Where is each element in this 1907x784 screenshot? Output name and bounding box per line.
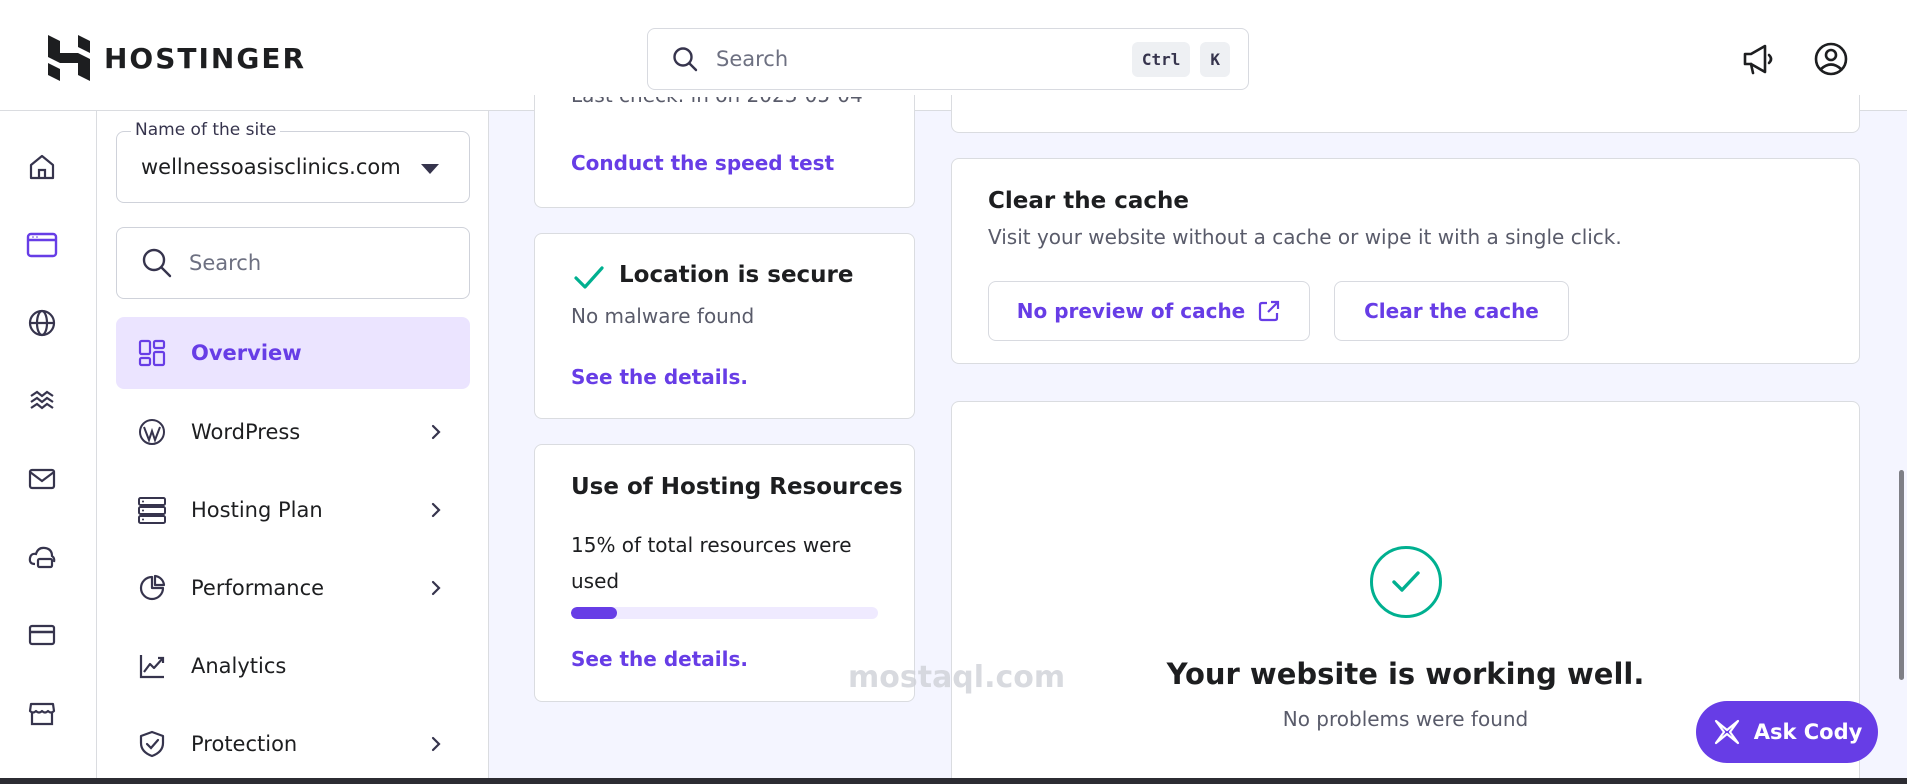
shortcut-ctrl-key: Ctrl [1131,41,1191,77]
cache-card: Clear the cache Visit your website witho… [951,158,1860,364]
sidebar-item-protection[interactable]: Protection [116,708,470,780]
layers-icon[interactable] [25,384,59,418]
resources-text: 15% of total resources were used [571,533,852,593]
chevron-right-icon [431,502,441,518]
shortcut-k-key: K [1200,41,1230,77]
preview-cache-button[interactable]: No preview of cache [988,281,1310,341]
status-title: Your website is working well. [1166,657,1645,691]
chevron-right-icon [431,736,441,752]
page-scrollbar[interactable] [1899,470,1904,680]
websites-icon[interactable] [25,228,59,262]
chevron-right-icon [431,580,441,596]
ask-cody-button[interactable]: Ask Cody [1696,701,1878,763]
mail-icon[interactable] [25,462,59,496]
icon-rail [0,111,97,784]
resources-title: Use of Hosting Resources [571,474,903,500]
sidebar-search-placeholder: Search [189,251,262,275]
external-link-icon [1259,300,1280,322]
pie-chart-icon [136,572,168,604]
shield-icon [136,728,168,760]
watermark-text: mostaql.com [848,660,1066,695]
conduct-speed-test-link[interactable]: Conduct the speed test [571,151,834,175]
progress-fill [571,607,618,619]
sidebar-item-label: Protection [191,732,298,756]
megaphone-icon[interactable] [1739,40,1777,78]
security-title: Location is secure [619,262,854,288]
dashboard-icon [136,337,168,369]
sidebar-item-label: Overview [191,341,302,365]
search-icon [673,47,698,72]
sidebar-item-performance[interactable]: Performance [116,552,470,624]
search-icon [142,248,172,278]
sidebar-item-overview[interactable]: Overview [116,317,470,389]
site-sidebar: Name of the site wellnessoasisclinics.co… [97,111,489,784]
clear-cache-label: Clear the cache [1364,299,1539,323]
checkmark-icon [574,266,604,289]
speed-test-partial: Last check: in on 2023-05-04 [571,97,863,111]
cache-title: Clear the cache [988,188,1189,214]
resources-details-link[interactable]: See the details. [571,647,748,671]
resources-progress-bar [571,607,878,619]
caret-down-icon [421,164,439,174]
home-icon[interactable] [25,150,59,184]
site-selector-value: wellnessoasisclinics.com [141,155,401,179]
security-details-link[interactable]: See the details. [571,365,748,389]
speed-test-card: Last check: in on 2023-05-04 Conduct the… [534,95,915,208]
site-selector-label: Name of the site [131,120,281,140]
security-subtitle: No malware found [571,304,755,328]
sidebar-item-label: Analytics [191,654,287,678]
globe-icon[interactable] [25,306,59,340]
chevron-right-icon [431,424,441,440]
sidebar-item-hosting-plan[interactable]: Hosting Plan [116,474,470,546]
status-check-icon [1370,546,1442,618]
trend-icon [136,650,168,682]
top-partial-card [951,95,1860,133]
sidebar-item-label: WordPress [191,420,301,444]
clear-cache-button[interactable]: Clear the cache [1334,281,1569,341]
bottom-strip [0,778,1907,784]
sparkle-icon [1714,719,1739,745]
cloud-server-icon[interactable] [25,540,59,574]
store-icon[interactable] [25,696,59,730]
cache-description: Visit your website without a cache or wi… [988,225,1622,249]
site-selector[interactable]: Name of the site wellnessoasisclinics.co… [116,120,470,203]
sidebar-item-wordpress[interactable]: WordPress [116,396,470,468]
sidebar-item-label: Hosting Plan [191,498,323,522]
sidebar-item-analytics[interactable]: Analytics [116,630,470,702]
hostinger-logo-icon [48,35,90,81]
sidebar-search-input[interactable]: Search [116,227,470,299]
global-search[interactable]: Search Ctrl K [647,28,1249,90]
account-icon[interactable] [1812,40,1850,78]
hostinger-logo[interactable]: HOSTINGER [48,35,306,81]
sidebar-item-label: Performance [191,576,325,600]
server-icon [136,494,168,526]
logo-text: HOSTINGER [104,41,307,75]
billing-card-icon[interactable] [25,618,59,652]
ask-cody-label: Ask Cody [1753,720,1863,744]
search-placeholder: Search [716,47,789,71]
security-card: Location is secure No malware found See … [534,233,915,419]
wordpress-icon [136,416,168,448]
preview-cache-label: No preview of cache [1016,299,1246,323]
